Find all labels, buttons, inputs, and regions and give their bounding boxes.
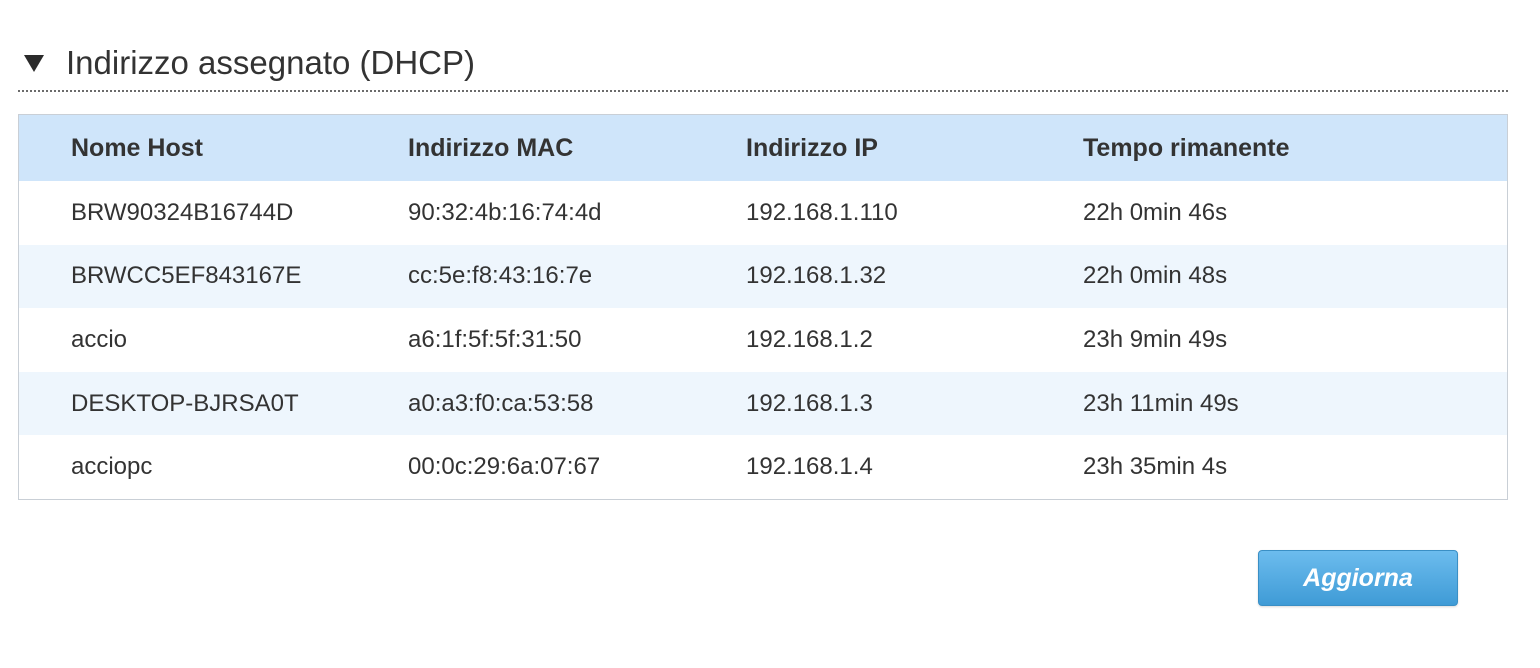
- ip-address-cell: 192.168.1.3: [746, 389, 873, 417]
- column-header-ip-address: Indirizzo IP: [746, 133, 878, 162]
- host-name-cell: accio: [71, 325, 128, 353]
- ip-address-cell: 192.168.1.4: [746, 453, 873, 481]
- refresh-button[interactable]: Aggiorna: [1258, 550, 1458, 606]
- table-row: DESKTOP-BJRSA0T a0:a3:f0:ca:53:58 192.16…: [19, 371, 1507, 436]
- mac-address-cell: 00:0c:29:6a:07:67: [408, 453, 601, 481]
- host-name-cell: BRWCC5EF843167E: [71, 262, 302, 290]
- section-title: Indirizzo assegnato (DHCP): [66, 43, 475, 81]
- section-header: Indirizzo assegnato (DHCP): [18, 34, 1508, 92]
- ip-address-cell: 192.168.1.32: [746, 262, 887, 290]
- host-name-cell: DESKTOP-BJRSA0T: [71, 389, 299, 417]
- ip-address-cell: 192.168.1.2: [746, 325, 873, 353]
- mac-address-cell: a6:1f:5f:5f:31:50: [408, 325, 582, 353]
- column-header-time-remaining: Tempo rimanente: [1083, 133, 1290, 162]
- host-name-cell: acciopc: [71, 453, 153, 481]
- mac-address-cell: cc:5e:f8:43:16:7e: [408, 262, 593, 290]
- table-row: BRW90324B16744D 90:32:4b:16:74:4d 192.16…: [19, 181, 1507, 245]
- time-remaining-cell: 22h 0min 48s: [1083, 262, 1228, 290]
- ip-address-cell: 192.168.1.110: [746, 198, 898, 226]
- table-row: accio a6:1f:5f:5f:31:50 192.168.1.2 23h …: [19, 308, 1507, 372]
- time-remaining-cell: 22h 0min 46s: [1083, 198, 1228, 226]
- mac-address-cell: a0:a3:f0:ca:53:58: [408, 389, 594, 417]
- time-remaining-cell: 23h 9min 49s: [1083, 325, 1228, 353]
- column-header-host-name: Nome Host: [71, 133, 203, 162]
- table-row: acciopc 00:0c:29:6a:07:67 192.168.1.4 23…: [19, 435, 1507, 499]
- time-remaining-cell: 23h 35min 4s: [1083, 453, 1228, 481]
- mac-address-cell: 90:32:4b:16:74:4d: [408, 198, 602, 226]
- dhcp-table-container: Nome Host Indirizzo MAC Indirizzo IP Tem…: [18, 114, 1508, 500]
- host-name-cell: BRW90324B16744D: [71, 198, 294, 226]
- column-header-mac-address: Indirizzo MAC: [408, 133, 574, 162]
- triangle-down-icon[interactable]: [24, 54, 44, 72]
- table-header-row: Nome Host Indirizzo MAC Indirizzo IP Tem…: [19, 115, 1507, 181]
- time-remaining-cell: 23h 11min 49s: [1083, 389, 1239, 417]
- table-row: BRWCC5EF843167E cc:5e:f8:43:16:7e 192.16…: [19, 244, 1507, 309]
- dhcp-leases-table: Nome Host Indirizzo MAC Indirizzo IP Tem…: [19, 115, 1507, 499]
